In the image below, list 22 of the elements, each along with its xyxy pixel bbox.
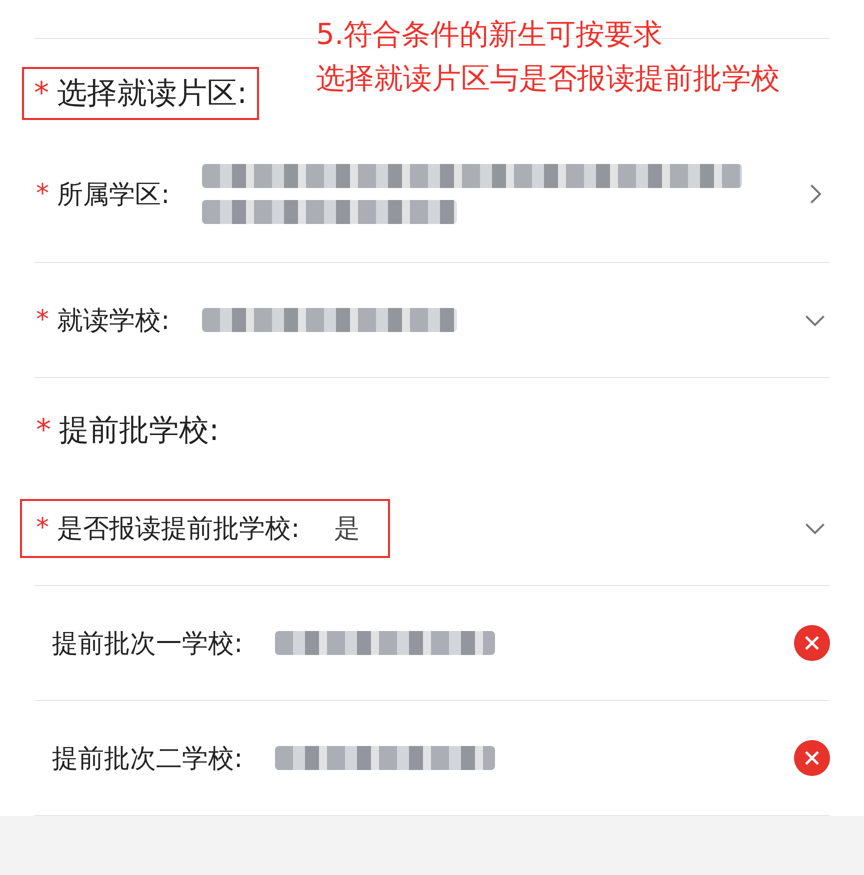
required-mark: * [36,179,49,209]
form-row[interactable]: 提前批次一学校: [34,586,830,701]
form-row[interactable]: 提前批次二学校: [34,701,830,816]
field-label: 提前批次一学校: [52,628,243,660]
required-mark: * [36,413,51,448]
required-mark: * [36,305,49,335]
field-label: 就读学校: [57,304,170,338]
field-label: 所属学区: [57,178,170,212]
form-row[interactable]: * 是否报读提前批学校: 是 [34,471,830,586]
annotation-text: 5.符合条件的新生可按要求 [316,16,664,53]
field-value[interactable]: 是 [334,510,360,546]
section-title: 选择就读片区: [57,75,248,113]
clear-icon[interactable] [794,625,830,661]
required-mark: * [34,76,49,111]
section-title: 提前批学校: [59,412,220,450]
field-label: 是否报读提前批学校: [57,512,300,546]
clear-icon[interactable] [794,740,830,776]
annotation-text: 选择就读片区与是否报读提前批学校 [316,60,780,97]
form-row[interactable]: * 就读学校: [34,263,830,378]
form-row[interactable]: * 所属学区: [34,126,830,263]
required-mark: * [36,513,49,543]
field-label: 提前批次二学校: [52,742,243,776]
